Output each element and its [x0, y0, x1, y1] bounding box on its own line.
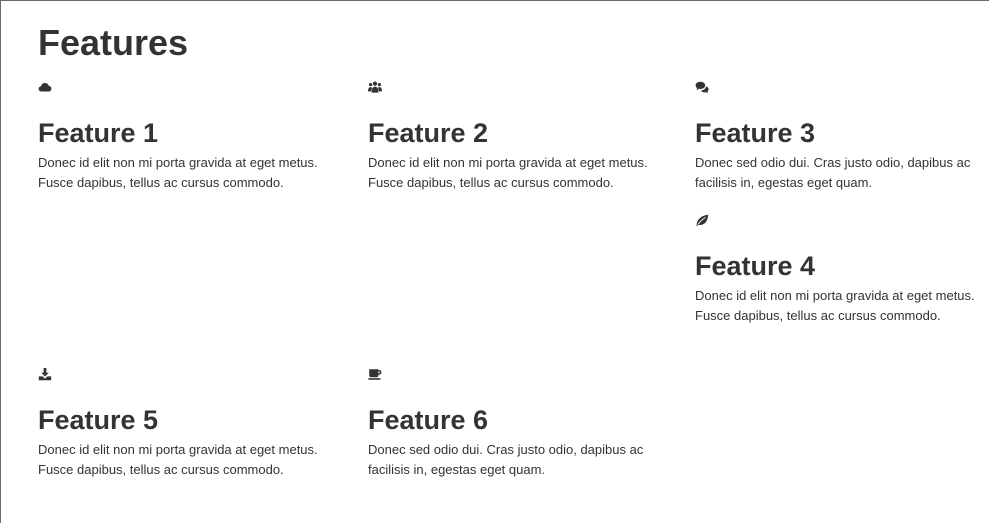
- comments-icon: [695, 80, 709, 94]
- feature-title: Feature 5: [38, 405, 159, 435]
- feature-title: Feature 6: [368, 405, 489, 435]
- feature-block-5: Feature 5 Donec id elit non mi porta gra…: [38, 367, 338, 480]
- page-title: Features: [38, 22, 189, 63]
- cloud-icon: [38, 80, 52, 94]
- leaf-icon: [695, 213, 709, 227]
- feature-block-2: Feature 2 Donec id elit non mi porta gra…: [368, 80, 668, 193]
- feature-block-3: Feature 3 Donec sed odio dui. Cras justo…: [695, 80, 989, 193]
- feature-description: Donec sed odio dui. Cras justo odio, dap…: [368, 442, 644, 477]
- feature-description: Donec id elit non mi porta gravida at eg…: [38, 442, 318, 477]
- coffee-icon: [368, 367, 382, 381]
- browser-viewport: Features Feature 1 Donec id elit non mi …: [0, 0, 989, 523]
- feature-title: Feature 3: [695, 118, 816, 148]
- feature-description: Donec id elit non mi porta gravida at eg…: [368, 155, 648, 190]
- feature-title: Feature 4: [695, 251, 816, 281]
- feature-title: Feature 2: [368, 118, 489, 148]
- feature-title: Feature 1: [38, 118, 159, 148]
- feature-block-4: Feature 4 Donec id elit non mi porta gra…: [695, 213, 989, 326]
- feature-block-6: Feature 6 Donec sed odio dui. Cras justo…: [368, 367, 668, 480]
- feature-block-1: Feature 1 Donec id elit non mi porta gra…: [38, 80, 338, 193]
- feature-description: Donec id elit non mi porta gravida at eg…: [695, 288, 975, 323]
- feature-description: Donec sed odio dui. Cras justo odio, dap…: [695, 155, 971, 190]
- group-icon: [368, 80, 382, 94]
- download-icon: [38, 367, 52, 381]
- feature-description: Donec id elit non mi porta gravida at eg…: [38, 155, 318, 190]
